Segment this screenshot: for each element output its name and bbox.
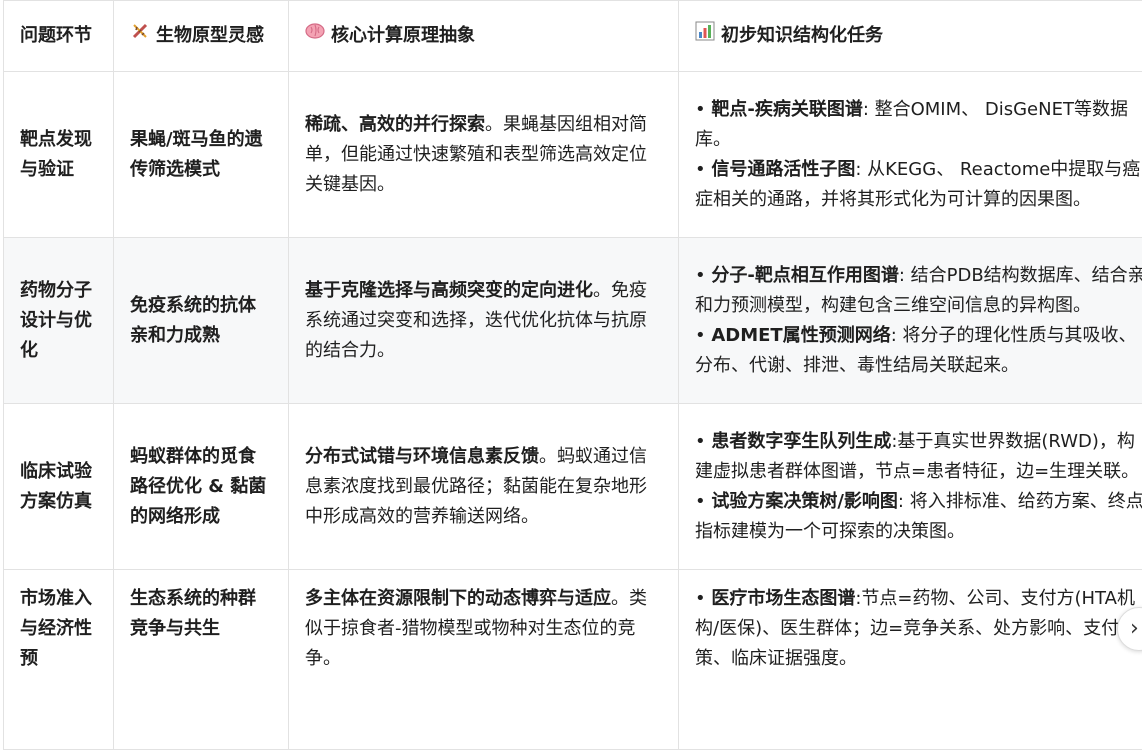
cell-task: • 靶点-疾病关联图谱: 整合OMIM、 DisGeNET等数据库。 • 信号通… <box>679 72 1142 238</box>
cell-comp: 基于克隆选择与高频突变的定向进化。免疫系统通过突变和选择，迭代优化抗体与抗原的结… <box>289 238 679 404</box>
cell-bio: 果蝇/斑马鱼的遗传筛选模式 <box>114 72 289 238</box>
cell-stage: 靶点发现与验证 <box>4 72 114 238</box>
comp-lead: 基于克隆选择与高频突变的定向进化 <box>305 280 593 301</box>
task-item-title: 患者数字孪生队列生成 <box>711 431 891 452</box>
task-item-title: 分子-靶点相互作用图谱 <box>711 265 898 286</box>
task-item-title: 医疗市场生态图谱 <box>711 588 855 609</box>
table-row: 临床试验方案仿真 蚂蚁群体的觅食路径优化 & 黏菌的网络形成 分布式试错与环境信… <box>4 404 1142 570</box>
task-item-title: 靶点-疾病关联图谱 <box>711 99 862 120</box>
header-task: 初步知识结构化任务 <box>679 1 1142 72</box>
knowledge-table: 问题环节 生物原型灵感 核心计算原理抽象 初步知识结构化任务 靶点发现与验证 果… <box>3 0 1142 750</box>
bar-chart-icon <box>695 21 715 51</box>
cell-task: • 分子-靶点相互作用图谱: 结合PDB结构数据库、结合亲和力预测模型，构建包含… <box>679 238 1142 404</box>
chevron-right-icon: › <box>1130 616 1139 641</box>
dna-icon <box>130 21 150 51</box>
cell-stage: 临床试验方案仿真 <box>4 404 114 570</box>
table-row: 药物分子设计与优化 免疫系统的抗体亲和力成熟 基于克隆选择与高频突变的定向进化。… <box>4 238 1142 404</box>
cell-bio: 免疫系统的抗体亲和力成熟 <box>114 238 289 404</box>
cell-stage: 市场准入与经济性预 <box>4 570 114 750</box>
task-item: • 靶点-疾病关联图谱: 整合OMIM、 DisGeNET等数据库。 <box>695 95 1142 155</box>
comp-lead: 稀疏、高效的并行探索 <box>305 114 485 135</box>
cell-task: • 患者数字孪生队列生成:基于真实世界数据(RWD)，构建虚拟患者群体图谱，节点… <box>679 404 1142 570</box>
brain-icon <box>305 21 325 51</box>
task-item: • 试验方案决策树/影响图: 将入排标准、给药方案、终点指标建模为一个可探索的决… <box>695 487 1142 547</box>
cell-comp: 多主体在资源限制下的动态博弈与适应。类似于掠食者-猎物模型或物种对生态位的竞争。 <box>289 570 679 750</box>
task-item-title: 试验方案决策树/影响图 <box>711 491 898 512</box>
header-stage: 问题环节 <box>4 1 114 72</box>
comp-lead: 多主体在资源限制下的动态博弈与适应 <box>305 588 611 609</box>
cell-stage: 药物分子设计与优化 <box>4 238 114 404</box>
task-item-title: 信号通路活性子图 <box>711 159 855 180</box>
table-row: 市场准入与经济性预 生态系统的种群竞争与共生 多主体在资源限制下的动态博弈与适应… <box>4 570 1142 750</box>
cell-bio: 蚂蚁群体的觅食路径优化 & 黏菌的网络形成 <box>114 404 289 570</box>
task-item-title: ADMET属性预测网络 <box>711 325 890 346</box>
task-item: • ADMET属性预测网络: 将分子的理化性质与其吸收、分布、代谢、排泄、毒性结… <box>695 321 1142 381</box>
cell-comp: 分布式试错与环境信息素反馈。蚂蚁通过信息素浓度找到最优路径；黏菌能在复杂地形中形… <box>289 404 679 570</box>
cell-task: • 医疗市场生态图谱:节点=药物、公司、支付方(HTA机构/医保)、医生群体；边… <box>679 570 1142 750</box>
table-row: 靶点发现与验证 果蝇/斑马鱼的遗传筛选模式 稀疏、高效的并行探索。果蝇基因组相对… <box>4 72 1142 238</box>
task-item: • 患者数字孪生队列生成:基于真实世界数据(RWD)，构建虚拟患者群体图谱，节点… <box>695 427 1142 487</box>
header-comp: 核心计算原理抽象 <box>289 1 679 72</box>
header-bio: 生物原型灵感 <box>114 1 289 72</box>
task-item: • 分子-靶点相互作用图谱: 结合PDB结构数据库、结合亲和力预测模型，构建包含… <box>695 261 1142 321</box>
task-item: • 信号通路活性子图: 从KEGG、 Reactome中提取与癌症相关的通路，并… <box>695 155 1142 215</box>
task-item: • 医疗市场生态图谱:节点=药物、公司、支付方(HTA机构/医保)、医生群体；边… <box>695 584 1142 674</box>
cell-comp: 稀疏、高效的并行探索。果蝇基因组相对简单，但能通过快速繁殖和表型筛选高效定位关键… <box>289 72 679 238</box>
comp-lead: 分布式试错与环境信息素反馈 <box>305 446 539 467</box>
cell-bio: 生态系统的种群竞争与共生 <box>114 570 289 750</box>
table-header-row: 问题环节 生物原型灵感 核心计算原理抽象 初步知识结构化任务 <box>4 1 1142 72</box>
